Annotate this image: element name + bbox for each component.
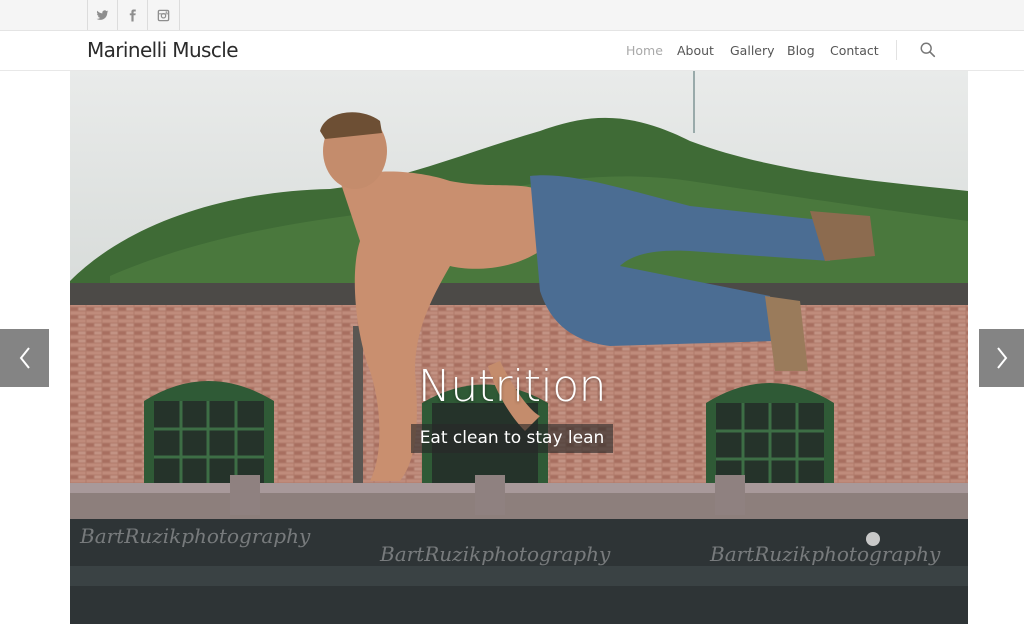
instagram-icon — [157, 9, 170, 21]
nav-blog[interactable]: Blog — [787, 43, 815, 58]
slide-title: Nutrition — [417, 361, 607, 412]
instagram-link[interactable] — [147, 0, 180, 30]
slider-prev-button[interactable] — [0, 329, 49, 387]
slider-next-button[interactable] — [979, 329, 1024, 387]
chevron-right-icon — [996, 347, 1007, 369]
twitter-link[interactable] — [87, 0, 117, 30]
watermark-3: BartRuzikphotography — [709, 542, 941, 566]
slide-caption-wrap: Eat clean to stay lean — [0, 424, 1024, 453]
nav-divider — [896, 40, 897, 60]
main-nav: Home About Gallery Blog Contact — [0, 43, 1024, 63]
facebook-icon — [129, 9, 136, 21]
social-links — [87, 0, 180, 30]
search-icon — [920, 42, 936, 58]
search-button[interactable] — [919, 41, 937, 59]
hero-slider: BartRuzikphotography BartRuzikphotograph… — [70, 71, 968, 624]
facebook-link[interactable] — [117, 0, 147, 30]
site-header: Marinelli Muscle Home About Gallery Blog… — [0, 31, 1024, 71]
social-top-bar — [0, 0, 1024, 31]
slide-caption: Eat clean to stay lean — [410, 424, 614, 453]
twitter-icon — [96, 9, 109, 20]
hero-photo: BartRuzikphotography BartRuzikphotograph… — [70, 71, 968, 624]
watermark-1: BartRuzikphotography — [79, 524, 311, 548]
nav-contact[interactable]: Contact — [830, 43, 879, 58]
nav-about[interactable]: About — [677, 43, 714, 58]
chevron-left-icon — [19, 347, 30, 369]
nav-home[interactable]: Home — [626, 43, 663, 58]
nav-gallery[interactable]: Gallery — [730, 43, 775, 58]
watermark-2: BartRuzikphotography — [379, 542, 611, 566]
